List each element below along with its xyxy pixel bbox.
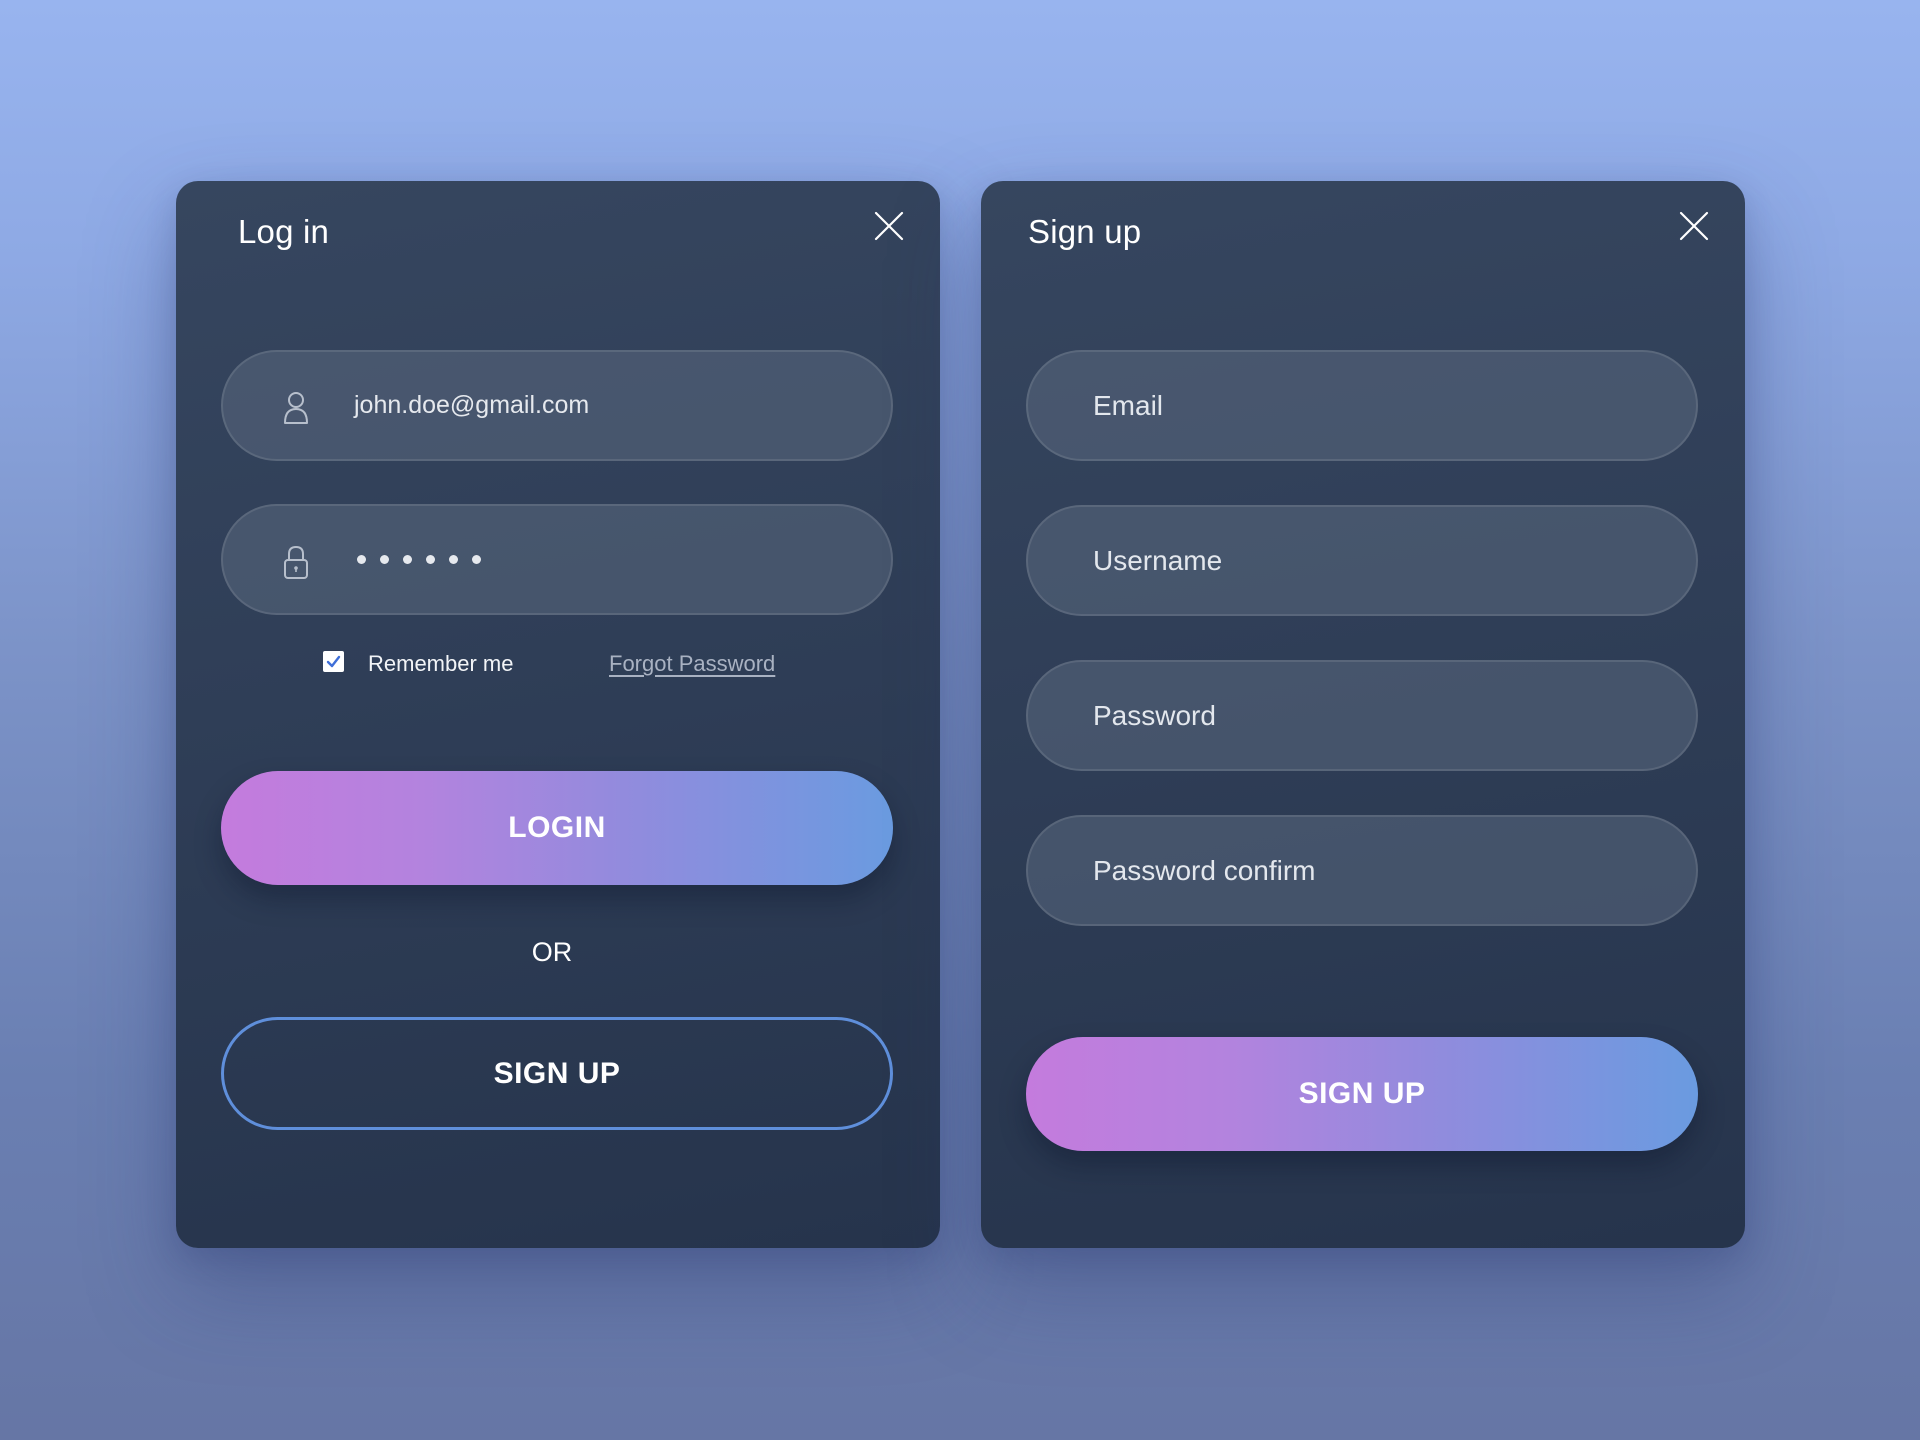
signup-title: Sign up [1028, 213, 1142, 250]
close-icon [874, 211, 904, 241]
signup-email-field[interactable]: Email [1026, 350, 1698, 461]
login-close-button[interactable] [872, 209, 906, 243]
password-confirm-placeholder: Password confirm [1093, 854, 1316, 886]
or-divider: OR [531, 937, 573, 967]
signup-close-button[interactable] [1677, 209, 1711, 243]
login-title: Log in [238, 213, 330, 250]
signup-panel: Sign up Email Username Password Password… [981, 181, 1745, 1248]
signup-password-field[interactable]: Password [1026, 660, 1698, 771]
forgot-password-link[interactable]: Forgot Password [609, 651, 775, 677]
password-mask [357, 555, 481, 564]
login-button[interactable]: LOGIN [221, 771, 893, 885]
email-value: john.doe@gmail.com [354, 391, 590, 419]
email-placeholder: Email [1093, 389, 1164, 421]
remember-row: Remember me Forgot Password [176, 651, 940, 681]
username-placeholder: Username [1093, 544, 1223, 576]
checkmark-icon [326, 655, 341, 668]
lock-icon [284, 545, 308, 579]
signup-submit-button[interactable]: SIGN UP [1026, 1037, 1698, 1151]
remember-me-label: Remember me [368, 651, 514, 676]
signup-switch-button[interactable]: SIGN UP [221, 1017, 893, 1130]
close-icon [1679, 211, 1709, 241]
signup-password-confirm-field[interactable]: Password confirm [1026, 815, 1698, 926]
email-field[interactable]: john.doe@gmail.com [221, 350, 893, 461]
password-placeholder: Password [1093, 699, 1216, 731]
remember-me-checkbox[interactable] [323, 651, 344, 672]
password-field[interactable] [221, 504, 893, 615]
user-icon [284, 392, 308, 424]
login-panel: Log in john.doe@gmail.com Remember me Fo… [176, 181, 940, 1248]
signup-username-field[interactable]: Username [1026, 505, 1698, 616]
